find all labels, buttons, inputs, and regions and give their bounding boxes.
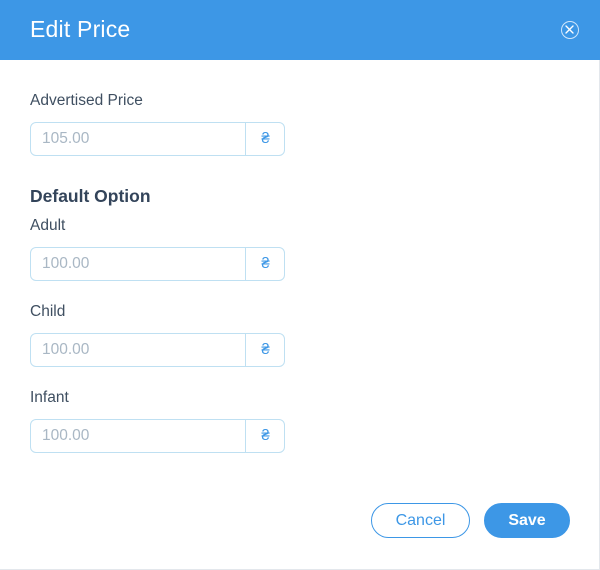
child-price-label: Child bbox=[30, 303, 66, 320]
close-button[interactable] bbox=[561, 21, 579, 39]
currency-addon: ₴ bbox=[245, 248, 285, 280]
save-button[interactable]: Save bbox=[484, 503, 570, 538]
adult-price-field: ₴ bbox=[30, 247, 285, 281]
dialog-title: Edit Price bbox=[30, 16, 131, 42]
default-option-title: Default Option bbox=[30, 186, 151, 206]
edit-price-dialog: Edit Price Advertised Price ₴ Default Op… bbox=[0, 0, 600, 570]
cancel-button[interactable]: Cancel bbox=[371, 503, 470, 538]
close-icon bbox=[565, 25, 574, 34]
advertised-price-label: Advertised Price bbox=[30, 92, 143, 109]
currency-addon: ₴ bbox=[245, 334, 285, 366]
dialog-header: Edit Price bbox=[0, 0, 600, 60]
advertised-price-field: ₴ bbox=[30, 122, 285, 156]
adult-price-label: Adult bbox=[30, 217, 66, 234]
infant-price-input[interactable] bbox=[31, 420, 245, 452]
infant-price-label: Infant bbox=[30, 389, 69, 406]
currency-addon: ₴ bbox=[245, 123, 285, 155]
infant-price-field: ₴ bbox=[30, 419, 285, 453]
child-price-field: ₴ bbox=[30, 333, 285, 367]
currency-addon: ₴ bbox=[245, 420, 285, 452]
adult-price-input[interactable] bbox=[31, 248, 245, 280]
advertised-price-input[interactable] bbox=[31, 123, 245, 155]
child-price-input[interactable] bbox=[31, 334, 245, 366]
